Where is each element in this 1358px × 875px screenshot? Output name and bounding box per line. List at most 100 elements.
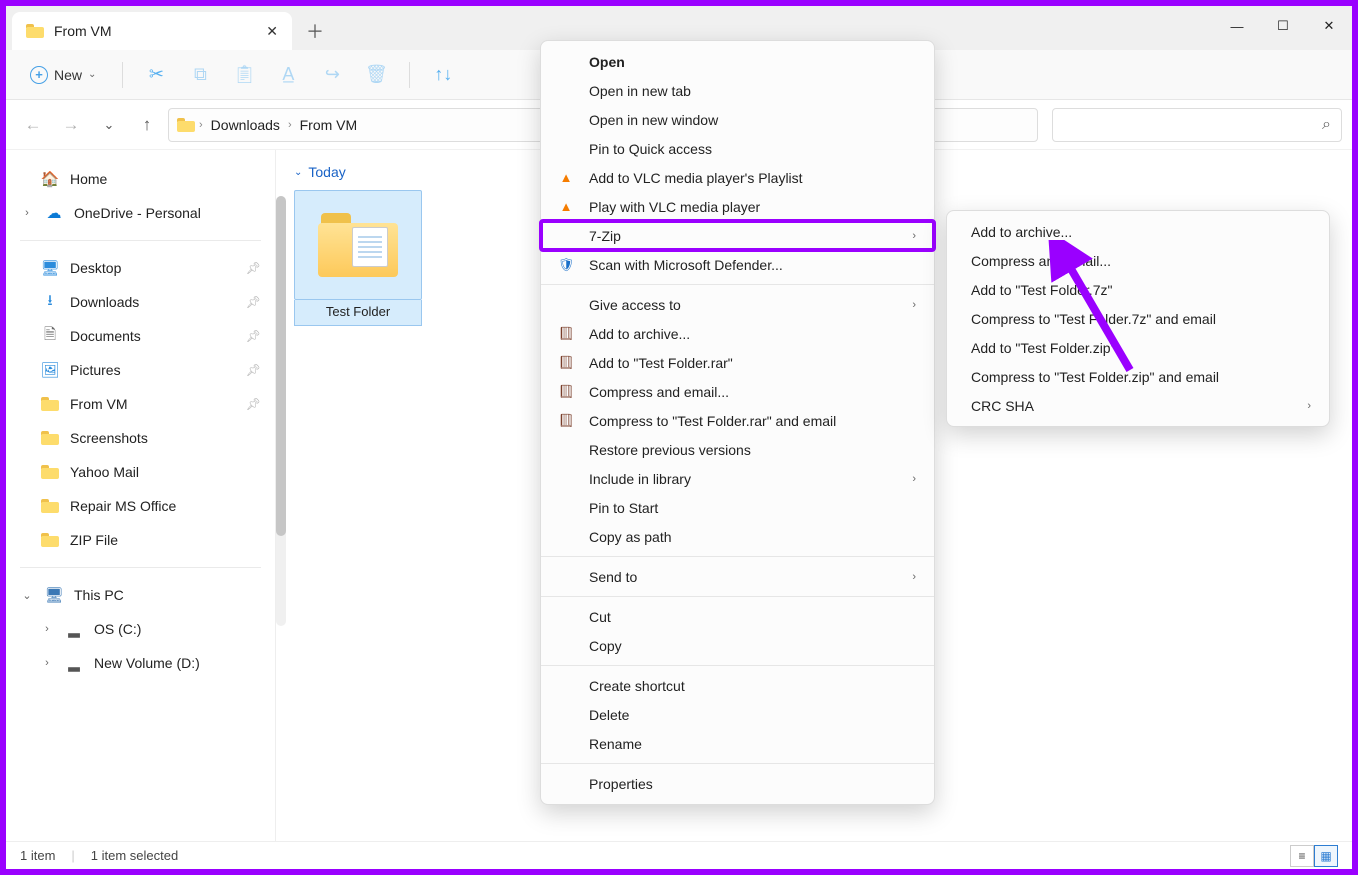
recent-locations-button[interactable]: ⌄ xyxy=(92,108,126,142)
context-menu-item[interactable]: Delete xyxy=(541,700,934,729)
chevron-right-icon[interactable]: › xyxy=(20,207,34,219)
context-menu-item[interactable]: Rename xyxy=(541,729,934,758)
submenu-item[interactable]: CRC SHA› xyxy=(947,391,1329,420)
details-view-button[interactable]: ≡ xyxy=(1290,845,1314,867)
up-button[interactable]: ↑ xyxy=(130,108,164,142)
context-menu-separator xyxy=(541,596,934,597)
chevron-right-icon: › xyxy=(892,230,916,242)
rar-icon: 📕︎ xyxy=(557,413,575,429)
sort-icon[interactable]: ↑↓ xyxy=(426,58,460,92)
context-menu-item[interactable]: Copy as path xyxy=(541,522,934,551)
rename-icon[interactable]: A̲ xyxy=(271,58,305,92)
context-menu-item[interactable]: Open xyxy=(541,47,934,76)
submenu-item[interactable]: Compress to "Test Folder.7z" and email xyxy=(947,304,1329,333)
sidebar-item-yahoomail[interactable]: Yahoo Mail xyxy=(6,455,275,489)
tab-title: From VM xyxy=(54,23,112,39)
forward-button[interactable]: → xyxy=(54,108,88,142)
drive-icon: ▂ xyxy=(64,620,84,638)
sidebar-item-fromvm[interactable]: From VM 📌︎ xyxy=(6,387,275,421)
context-menu-item[interactable]: Create shortcut xyxy=(541,671,934,700)
context-menu-label: Compress to "Test Folder.rar" and email xyxy=(589,413,836,429)
context-menu-item[interactable]: Open in new tab xyxy=(541,76,934,105)
sidebar-divider xyxy=(20,567,261,568)
view-toggle: ≡ ▦ xyxy=(1290,845,1338,867)
context-menu-item[interactable]: Include in library› xyxy=(541,464,934,493)
pin-icon: 📌︎ xyxy=(246,261,261,275)
pin-icon: 📌︎ xyxy=(246,329,261,343)
submenu-item[interactable]: Compress to "Test Folder.zip" and email xyxy=(947,362,1329,391)
sidebar-item-downloads[interactable]: ⭳ Downloads 📌︎ xyxy=(6,285,275,319)
sidebar-item-documents[interactable]: 🗎 Documents 📌︎ xyxy=(6,319,275,353)
home-icon: 🏠 xyxy=(40,170,60,188)
context-menu-item[interactable]: Send to› xyxy=(541,562,934,591)
context-menu-item[interactable]: 🛡︎Scan with Microsoft Defender... xyxy=(541,250,934,279)
drive-icon: ▂ xyxy=(64,654,84,672)
context-menu-label: Open in new window xyxy=(589,112,718,128)
context-menu-item[interactable]: ▲Add to VLC media player's Playlist xyxy=(541,163,934,192)
context-menu-label: Create shortcut xyxy=(589,678,685,694)
submenu-item[interactable]: Add to "Test Folder.zip" xyxy=(947,333,1329,362)
vlc-icon: ▲ xyxy=(557,199,575,214)
sidebar-item-repairms[interactable]: Repair MS Office xyxy=(6,489,275,523)
minimize-button[interactable]: — xyxy=(1214,6,1260,46)
context-menu-item[interactable]: 7-Zip› xyxy=(541,221,934,250)
context-menu-label: Add to archive... xyxy=(589,326,690,342)
back-button[interactable]: ← xyxy=(16,108,50,142)
sidebar-item-drive-c[interactable]: › ▂ OS (C:) xyxy=(6,612,275,646)
context-menu-item[interactable]: Copy xyxy=(541,631,934,660)
chevron-right-icon: › xyxy=(288,119,292,131)
chevron-right-icon[interactable]: › xyxy=(40,623,54,635)
context-menu: OpenOpen in new tab Open in new window Pin… xyxy=(540,40,935,805)
active-tab[interactable]: From VM ✕ xyxy=(12,12,292,50)
context-menu-item[interactable]: Properties xyxy=(541,769,934,798)
context-menu-separator xyxy=(541,284,934,285)
search-input[interactable]: ⌕ xyxy=(1052,108,1342,142)
submenu-label: Compress to "Test Folder.7z" and email xyxy=(971,311,1216,327)
context-menu-item[interactable]: Cut xyxy=(541,602,934,631)
sidebar-item-onedrive[interactable]: › ☁ OneDrive - Personal xyxy=(6,196,275,230)
window-controls: — ☐ ✕ xyxy=(1214,6,1352,46)
context-menu-item[interactable]: Pin to Quick access xyxy=(541,134,934,163)
context-menu-label: Compress and email... xyxy=(589,384,729,400)
context-menu-item[interactable]: 📕︎Add to archive... xyxy=(541,319,934,348)
submenu-item[interactable]: Add to archive... xyxy=(947,217,1329,246)
icons-view-button[interactable]: ▦ xyxy=(1314,845,1338,867)
new-button[interactable]: + New ⌄ xyxy=(20,61,106,89)
sidebar-item-desktop[interactable]: 🖥︎ Desktop 📌︎ xyxy=(6,251,275,285)
breadcrumb-item[interactable]: From VM xyxy=(296,117,362,133)
submenu-item[interactable]: Compress and email... xyxy=(947,246,1329,275)
sidebar-item-drive-d[interactable]: › ▂ New Volume (D:) xyxy=(6,646,275,680)
context-menu-item[interactable]: ▲Play with VLC media player xyxy=(541,192,934,221)
folder-item[interactable]: Test Folder xyxy=(294,190,422,326)
chevron-right-icon[interactable]: › xyxy=(40,657,54,669)
paste-icon[interactable]: 📋︎ xyxy=(227,58,261,92)
maximize-button[interactable]: ☐ xyxy=(1260,6,1306,46)
close-tab-icon[interactable]: ✕ xyxy=(266,23,278,40)
sidebar-item-zipfile[interactable]: ZIP File xyxy=(6,523,275,557)
share-icon[interactable]: ↪ xyxy=(315,58,349,92)
delete-icon[interactable]: 🗑︎ xyxy=(359,58,393,92)
sidebar-item-label: OS (C:) xyxy=(94,621,141,637)
context-menu-item[interactable]: Give access to› xyxy=(541,290,934,319)
close-window-button[interactable]: ✕ xyxy=(1306,6,1352,46)
context-menu-item[interactable]: 📕︎Add to "Test Folder.rar" xyxy=(541,348,934,377)
context-menu-item[interactable]: 📕︎Compress and email... xyxy=(541,377,934,406)
sidebar-item-thispc[interactable]: ⌄ 🖥︎ This PC xyxy=(6,578,275,612)
sidebar-item-pictures[interactable]: 🖼︎ Pictures 📌︎ xyxy=(6,353,275,387)
submenu-item[interactable]: Add to "Test Folder.7z" xyxy=(947,275,1329,304)
cut-icon[interactable]: ✂ xyxy=(139,58,173,92)
desktop-icon: 🖥︎ xyxy=(40,259,60,277)
breadcrumb-item[interactable]: Downloads xyxy=(207,117,284,133)
copy-icon[interactable]: ⧉ xyxy=(183,58,217,92)
chevron-down-icon[interactable]: ⌄ xyxy=(20,589,34,602)
context-menu-item[interactable]: 📕︎ Compress to "Test Folder.rar" and emai… xyxy=(541,406,934,435)
context-menu-label: Rename xyxy=(589,736,642,752)
new-tab-button[interactable]: ＋ xyxy=(298,14,332,48)
sidebar-item-screenshots[interactable]: Screenshots xyxy=(6,421,275,455)
sidebar-item-home[interactable]: 🏠 Home xyxy=(6,162,275,196)
context-menu-item[interactable]: Pin to Start xyxy=(541,493,934,522)
context-menu-item[interactable]: Restore previous versions xyxy=(541,435,934,464)
navigation-pane: 🏠 Home › ☁ OneDrive - Personal 🖥︎ Deskto… xyxy=(6,150,276,841)
submenu-label: CRC SHA xyxy=(971,398,1034,414)
context-menu-item[interactable]: Open in new window xyxy=(541,105,934,134)
